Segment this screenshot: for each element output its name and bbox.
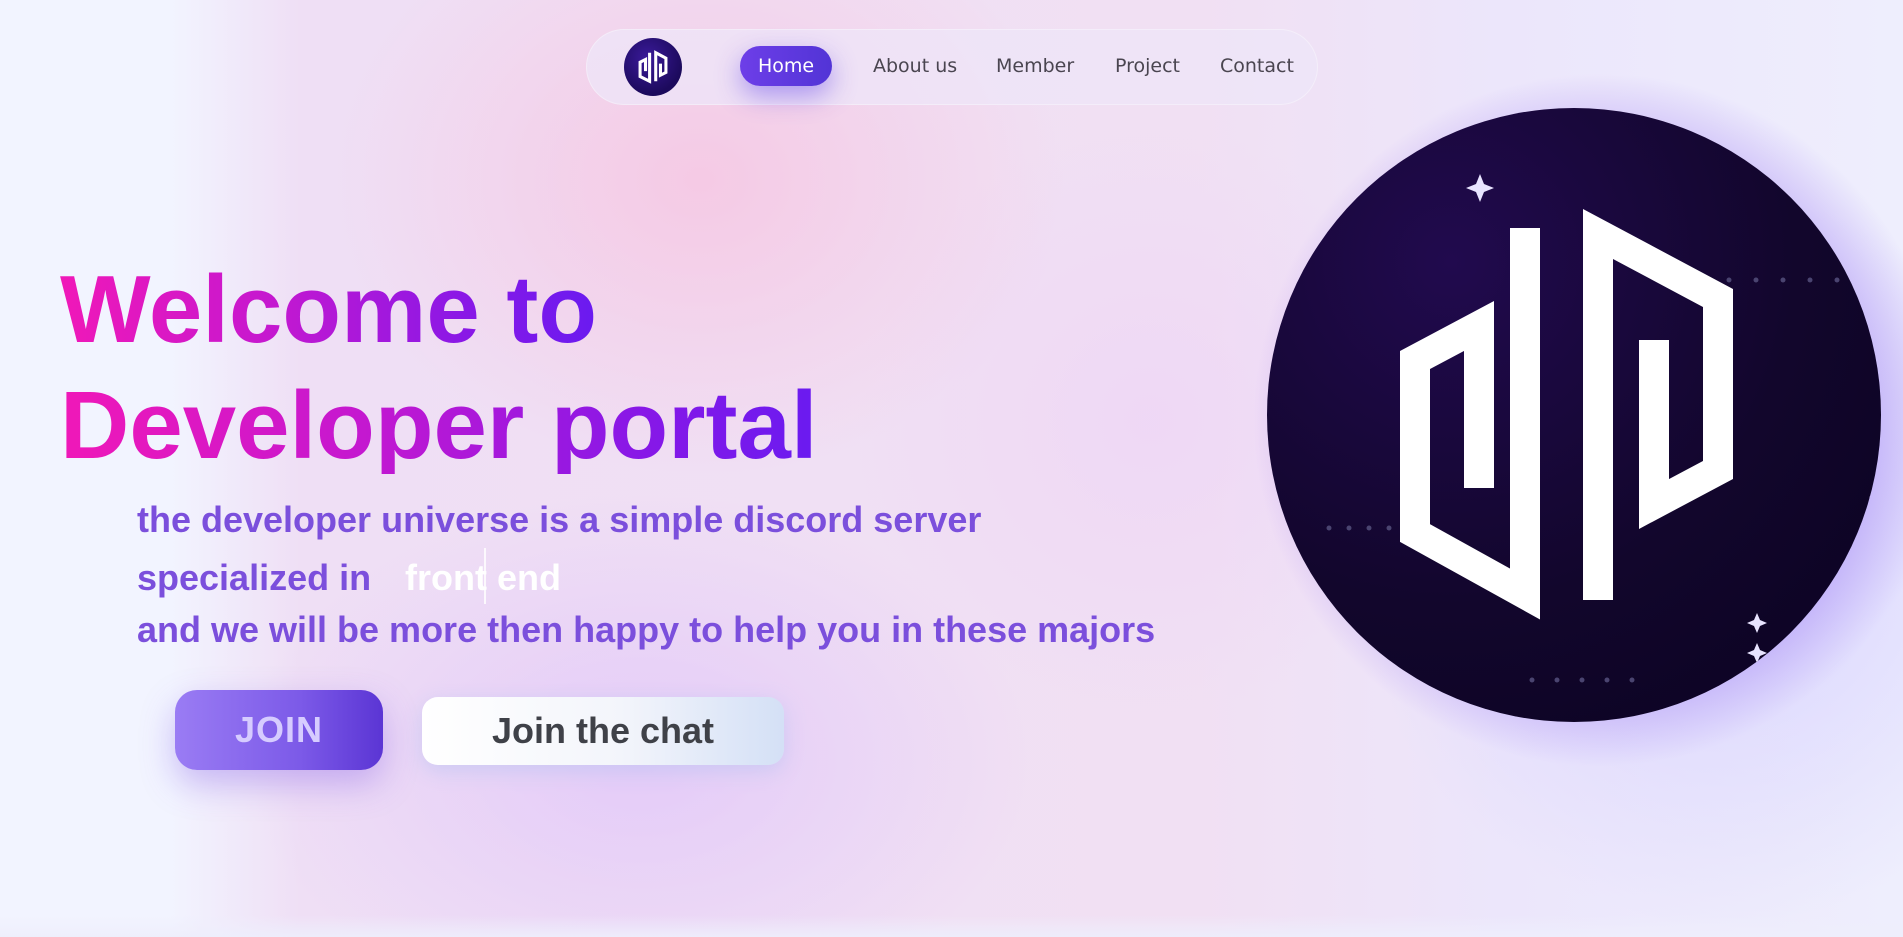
nav-item-home[interactable]: Home [740, 46, 833, 86]
developer-portal-logo-icon [1326, 174, 1881, 683]
join-chat-button[interactable]: Join the chat [422, 697, 784, 765]
nav-logo-icon[interactable] [624, 38, 682, 96]
hero-title-line-1: Welcome to [60, 256, 597, 363]
hero-description-line-2: specialized in [137, 557, 372, 598]
nav-item-about-us[interactable]: About us [873, 46, 957, 86]
typed-specialty-text: front end [405, 557, 561, 598]
nav-item-contact[interactable]: Contact [1220, 46, 1294, 86]
join-button[interactable]: JOIN [175, 690, 383, 770]
nav-item-project[interactable]: Project [1115, 46, 1180, 86]
nav-item-member[interactable]: Member [996, 46, 1074, 86]
typing-caret [484, 548, 486, 604]
developer-portal-logo-icon [638, 50, 668, 84]
hero-logo [1267, 108, 1881, 722]
hero-description-line-3: and we will be more then happy to help y… [137, 609, 1156, 650]
hero-title-line-2: Developer portal [60, 372, 818, 479]
top-navigation-bar: Home About us Member Project Contact [586, 29, 1318, 105]
hero-description-line-1: the developer universe is a simple disco… [137, 499, 982, 540]
page-bottom-fade [0, 915, 1903, 937]
logo-mark [1400, 209, 1733, 620]
